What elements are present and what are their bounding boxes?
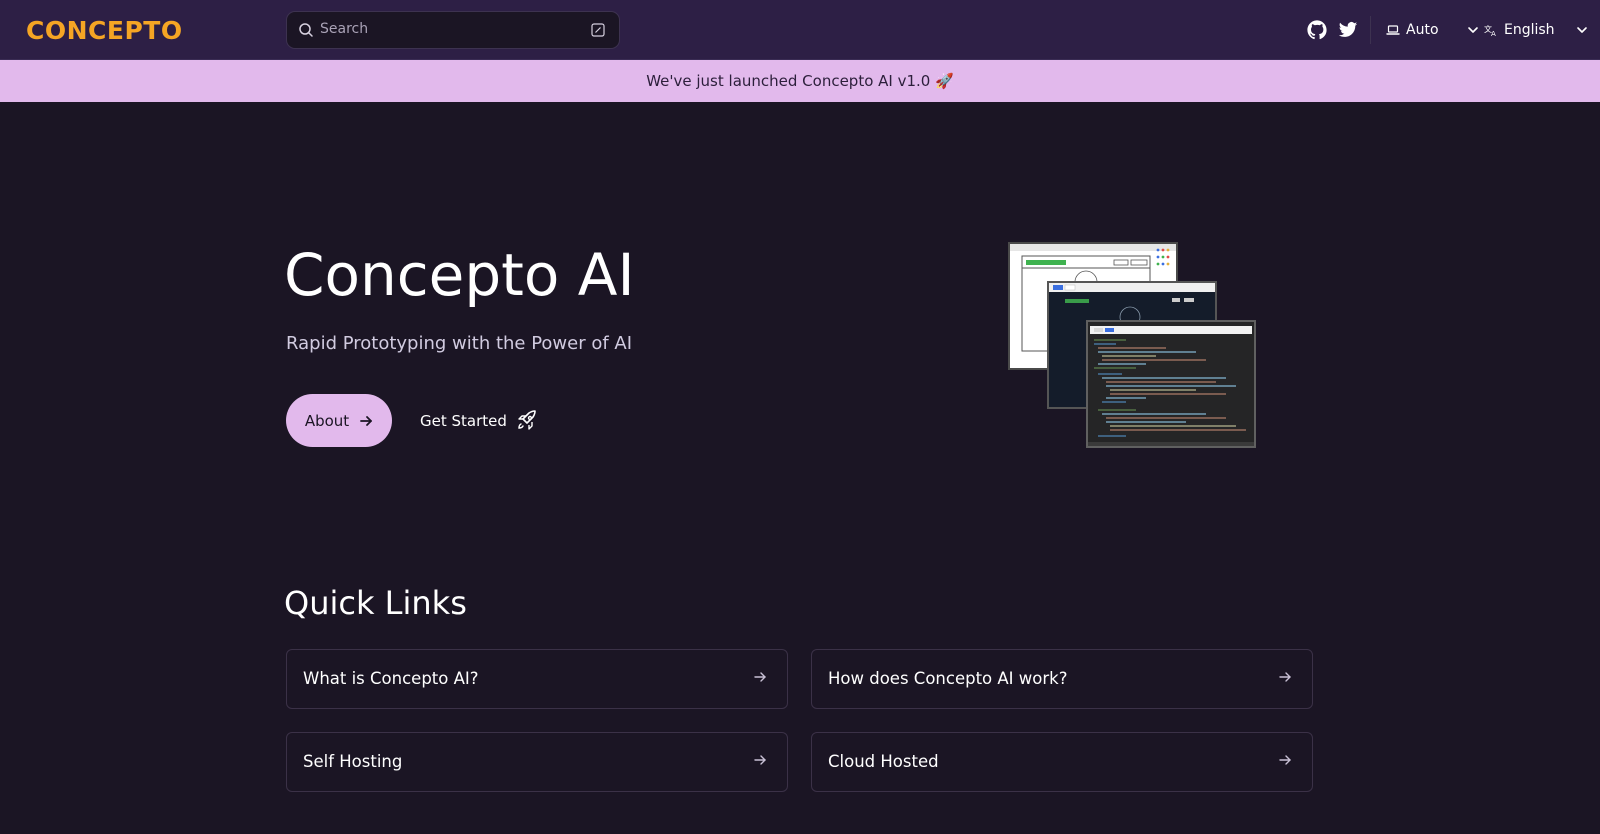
- chevron-down-icon: [1467, 27, 1478, 33]
- theme-selector[interactable]: Auto: [1386, 20, 1479, 40]
- search-icon: [299, 23, 313, 37]
- about-button-label: About: [304, 411, 350, 430]
- github-icon[interactable]: [1307, 20, 1327, 40]
- about-button[interactable]: About: [286, 394, 392, 447]
- rocket-icon: [518, 410, 536, 430]
- quick-link-card[interactable]: How does Concepto AI work?: [811, 649, 1313, 709]
- quick-link-label: Cloud Hosted: [828, 752, 939, 771]
- keyboard-shortcut-icon: [591, 23, 605, 37]
- arrow-right-icon: [1279, 672, 1291, 682]
- quick-link-label: How does Concepto AI work?: [828, 669, 1068, 688]
- language-selector[interactable]: 文 A English: [1484, 20, 1588, 40]
- get-started-button[interactable]: Get Started: [420, 407, 539, 435]
- translate-icon: 文 A: [1484, 24, 1496, 37]
- hero-title: Concepto AI: [284, 241, 635, 309]
- search-input[interactable]: Search: [286, 11, 620, 49]
- quick-link-label: Self Hosting: [303, 752, 403, 771]
- get-started-label: Get Started: [420, 412, 507, 430]
- chevron-down-icon: [1576, 27, 1587, 33]
- language-label: English: [1504, 22, 1555, 38]
- quick-link-card[interactable]: Self Hosting: [286, 732, 788, 792]
- top-navbar: CONCEPTO Search Auto 文 A English: [0, 0, 1600, 60]
- theme-label: Auto: [1406, 22, 1439, 38]
- laptop-icon: [1386, 25, 1400, 35]
- arrow-right-icon: [360, 415, 373, 426]
- svg-text:A: A: [1491, 30, 1496, 37]
- arrow-right-icon: [1279, 755, 1291, 765]
- search-placeholder: Search: [320, 21, 369, 37]
- arrow-right-icon: [754, 755, 766, 765]
- hero-subtitle: Rapid Prototyping with the Power of AI: [286, 333, 633, 354]
- quick-link-card[interactable]: What is Concepto AI?: [286, 649, 788, 709]
- twitter-icon[interactable]: [1338, 20, 1358, 40]
- header-divider: [1370, 16, 1371, 44]
- arrow-right-icon: [754, 672, 766, 682]
- site-logo[interactable]: CONCEPTO: [26, 14, 183, 46]
- code-editor-screenshot: [1086, 320, 1256, 448]
- announcement-text: We've just launched Concepto AI v1.0 🚀: [646, 72, 954, 90]
- quick-links-title: Quick Links: [284, 584, 467, 622]
- quick-link-label: What is Concepto AI?: [303, 669, 479, 688]
- announcement-banner[interactable]: We've just launched Concepto AI v1.0 🚀: [0, 60, 1600, 102]
- quick-link-card[interactable]: Cloud Hosted: [811, 732, 1313, 792]
